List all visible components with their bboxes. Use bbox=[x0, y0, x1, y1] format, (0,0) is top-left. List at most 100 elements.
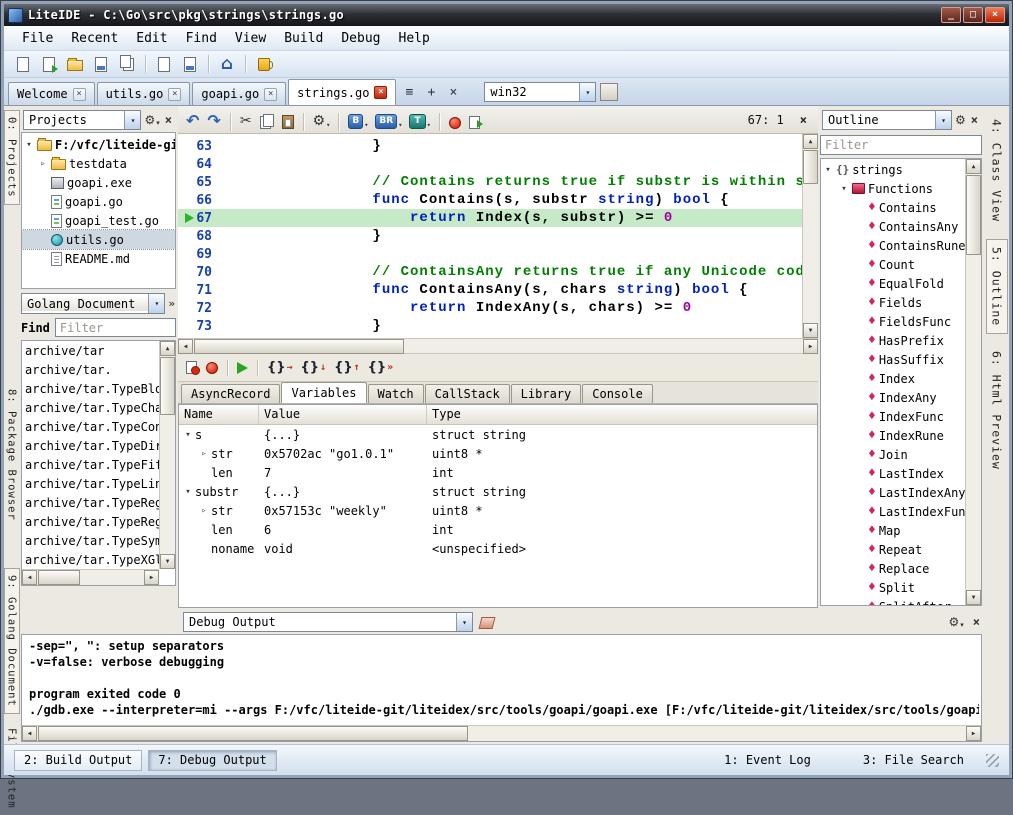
event-log-button[interactable]: 1: Event Log bbox=[714, 750, 821, 771]
outline-function-item[interactable]: IndexFunc bbox=[821, 407, 965, 426]
editor-tab[interactable]: utils.go × bbox=[97, 82, 191, 105]
line-gutter[interactable]: 69 bbox=[178, 245, 218, 263]
scroll-left-icon[interactable] bbox=[178, 339, 193, 354]
open-file-icon[interactable] bbox=[38, 53, 60, 75]
copy-icon[interactable] bbox=[258, 109, 277, 131]
menu-item[interactable]: View bbox=[227, 28, 274, 49]
menu-item[interactable]: Recent bbox=[63, 28, 126, 49]
scroll-down-icon[interactable] bbox=[966, 590, 981, 605]
continue-debug-icon[interactable] bbox=[237, 362, 249, 374]
doc-list-hscrollbar[interactable] bbox=[22, 569, 159, 585]
home-icon[interactable]: ⌂ bbox=[216, 53, 238, 75]
editor-tab[interactable]: goapi.go × bbox=[192, 82, 286, 105]
expander-icon[interactable] bbox=[38, 159, 48, 169]
tree-row[interactable]: goapi_test.go bbox=[22, 211, 175, 230]
outline-function-item[interactable]: Map bbox=[821, 521, 965, 540]
line-gutter[interactable]: 65 bbox=[178, 173, 218, 191]
column-header[interactable]: Name bbox=[179, 405, 259, 424]
outline-function-item[interactable]: Replace bbox=[821, 559, 965, 578]
outline-item[interactable]: {} strings bbox=[821, 160, 965, 179]
debug-tab[interactable]: CallStack bbox=[425, 384, 510, 403]
dock-tab-golang-document[interactable]: 9: Golang Document bbox=[4, 568, 20, 714]
outline-function-item[interactable]: ContainsRune bbox=[821, 236, 965, 255]
outline-function-item[interactable]: HasPrefix bbox=[821, 331, 965, 350]
scroll-left-icon[interactable] bbox=[22, 726, 37, 741]
scroll-right-icon[interactable] bbox=[966, 726, 981, 741]
redo-icon[interactable]: ↷ bbox=[205, 109, 223, 131]
outline-function-item[interactable]: FieldsFunc bbox=[821, 312, 965, 331]
outline-function-item[interactable]: Join bbox=[821, 445, 965, 464]
minimize-button[interactable]: _ bbox=[941, 7, 961, 23]
line-gutter[interactable]: 70 bbox=[178, 263, 218, 281]
expander-icon[interactable] bbox=[199, 506, 209, 516]
doc-filter-input[interactable] bbox=[55, 318, 176, 337]
doc-list-item[interactable]: archive/tar.TypeLink bbox=[22, 475, 159, 494]
outline-function-item[interactable]: IndexAny bbox=[821, 388, 965, 407]
doc-list-item[interactable]: archive/tar.TypeChar bbox=[22, 399, 159, 418]
doc-list-item[interactable]: archive/tar.TypeFifo bbox=[22, 456, 159, 475]
scroll-up-icon[interactable] bbox=[160, 341, 175, 356]
outline-function-item[interactable]: Split bbox=[821, 578, 965, 597]
outline-function-item[interactable]: Index bbox=[821, 369, 965, 388]
undo-icon[interactable]: ↶ bbox=[184, 109, 202, 131]
debug-tab[interactable]: Console bbox=[582, 384, 653, 403]
menu-item[interactable]: File bbox=[14, 28, 61, 49]
column-header[interactable]: Type bbox=[427, 405, 817, 424]
editor-tab[interactable]: Welcome × bbox=[8, 82, 95, 105]
gear-icon[interactable]: ⚙▾ bbox=[144, 113, 159, 127]
tree-row[interactable]: goapi.go bbox=[22, 192, 175, 211]
dock-tab-outline[interactable]: 5: Outline bbox=[986, 239, 1008, 334]
debug-tab[interactable]: AsyncRecord bbox=[181, 384, 280, 403]
stop-debug-icon[interactable] bbox=[206, 362, 219, 374]
outline-function-item[interactable]: Repeat bbox=[821, 540, 965, 559]
scroll-down-icon[interactable] bbox=[803, 323, 818, 338]
scrollbar-thumb[interactable] bbox=[194, 339, 404, 354]
tab-close-icon[interactable]: × bbox=[264, 88, 277, 101]
outline-function-item[interactable]: EqualFold bbox=[821, 274, 965, 293]
maximize-button[interactable]: □ bbox=[963, 7, 983, 23]
column-header[interactable]: Value bbox=[259, 405, 427, 424]
combo-dropdown-icon[interactable]: ▾ bbox=[579, 83, 595, 101]
expander-icon[interactable] bbox=[24, 140, 34, 150]
scrollbar-thumb[interactable] bbox=[160, 357, 175, 415]
outline-function-item[interactable]: LastIndexAny bbox=[821, 483, 965, 502]
liteide-options-icon[interactable] bbox=[253, 53, 275, 75]
load-session-icon[interactable] bbox=[153, 53, 175, 75]
line-gutter[interactable]: 64 bbox=[178, 155, 218, 173]
output-hscrollbar[interactable] bbox=[22, 725, 981, 741]
menu-item[interactable]: Edit bbox=[128, 28, 175, 49]
outline-combo[interactable]: Outline ▾ bbox=[822, 110, 952, 130]
tab-list-icon[interactable]: ≡ bbox=[399, 82, 419, 102]
build-run-menu-button[interactable]: BR ▾ bbox=[373, 109, 404, 131]
tree-row[interactable]: testdata bbox=[22, 154, 175, 173]
menu-item[interactable]: Build bbox=[276, 28, 331, 49]
line-gutter[interactable]: 67 bbox=[178, 209, 218, 227]
doc-list-item[interactable]: archive/tar. bbox=[22, 361, 159, 380]
doc-list-item[interactable]: archive/tar.TypeXGlobalHeader bbox=[22, 551, 159, 569]
code-editor[interactable]: 63 } 64 bbox=[178, 134, 818, 338]
close-panel-icon[interactable]: × bbox=[969, 113, 980, 127]
doc-list-item[interactable]: archive/tar.TypeSymlink bbox=[22, 532, 159, 551]
output-pane-combo[interactable]: Debug Output ▾ bbox=[183, 612, 473, 632]
close-editor-icon[interactable]: × bbox=[795, 113, 812, 127]
step-into-icon[interactable]: {} ↓ bbox=[301, 360, 327, 375]
outline-vscrollbar[interactable] bbox=[965, 159, 981, 605]
variable-row[interactable]: len 7 int bbox=[179, 463, 817, 482]
save-file-icon[interactable] bbox=[90, 53, 112, 75]
scrollbar-thumb[interactable] bbox=[803, 150, 818, 184]
scroll-left-icon[interactable] bbox=[22, 570, 37, 585]
doc-list-vscrollbar[interactable] bbox=[159, 341, 175, 569]
line-gutter[interactable]: 73 bbox=[178, 317, 218, 335]
scrollbar-thumb[interactable] bbox=[966, 175, 981, 255]
paste-icon[interactable] bbox=[280, 109, 297, 131]
dock-tab-class-view[interactable]: 4: Class View bbox=[987, 112, 1007, 229]
tree-row[interactable]: F:/vfc/liteide-git bbox=[22, 135, 175, 154]
line-gutter[interactable]: 71 bbox=[178, 281, 218, 299]
debug-tab[interactable]: Library bbox=[511, 384, 582, 403]
scroll-right-icon[interactable] bbox=[803, 339, 818, 354]
outline-function-item[interactable]: LastIndexFunc bbox=[821, 502, 965, 521]
close-button[interactable]: × bbox=[985, 7, 1005, 23]
dock-tab-html-preview[interactable]: 6: Html Preview bbox=[987, 344, 1007, 477]
menu-item[interactable]: Help bbox=[391, 28, 438, 49]
file-search-button[interactable]: 3: File Search bbox=[853, 750, 974, 771]
